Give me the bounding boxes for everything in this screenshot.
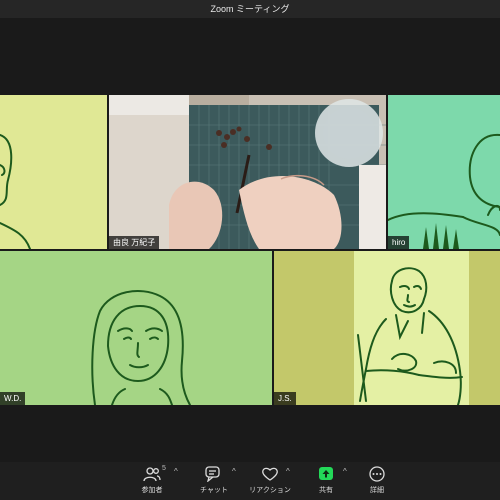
person-illustration bbox=[357, 267, 463, 405]
more-label: 詳細 bbox=[370, 487, 384, 494]
more-button[interactable]: 詳細 bbox=[349, 464, 405, 495]
more-icon bbox=[369, 466, 385, 482]
person-illustration bbox=[0, 134, 31, 249]
heart-icon bbox=[262, 467, 278, 481]
participant-tile-2[interactable]: 由良 万紀子 bbox=[109, 95, 386, 249]
participant-tile-4[interactable]: W.D. bbox=[0, 251, 272, 405]
reaction-label: リアクション bbox=[249, 487, 291, 494]
participant-tile-1[interactable] bbox=[0, 95, 107, 249]
person-illustration bbox=[388, 133, 500, 249]
reaction-caret[interactable]: ^ bbox=[286, 467, 290, 476]
person-illustration bbox=[91, 290, 191, 405]
participants-caret[interactable]: ^ bbox=[174, 467, 178, 476]
window-title: Zoom ミーティング bbox=[0, 0, 500, 18]
participants-icon bbox=[143, 467, 161, 482]
share-screen-icon bbox=[319, 467, 333, 480]
participant-tile-5[interactable]: J.S. bbox=[274, 251, 500, 405]
participant-name-2: 由良 万紀子 bbox=[109, 236, 160, 249]
share-caret[interactable]: ^ bbox=[343, 467, 347, 476]
video-grid: 由良 万紀子 hiro W.D. J.S. bbox=[0, 95, 500, 405]
participant-tile-3[interactable]: hiro bbox=[388, 95, 500, 249]
participant-name-4: W.D. bbox=[0, 392, 26, 405]
chat-label: チャット bbox=[200, 487, 228, 494]
share-label: 共有 bbox=[319, 487, 333, 494]
chat-icon bbox=[205, 466, 220, 482]
participants-label: 参加者 bbox=[141, 487, 163, 494]
participant-count: 5 bbox=[162, 465, 166, 472]
participants-button[interactable]: 参加者 bbox=[124, 464, 180, 495]
video-feed bbox=[109, 95, 386, 249]
meeting-toolbar: 参加者 5 ^ チャット ^ リアクション ^ 共有 ^ 詳細 bbox=[0, 462, 500, 500]
participant-name-5: J.S. bbox=[274, 392, 296, 405]
chat-caret[interactable]: ^ bbox=[232, 467, 236, 476]
participant-name-3: hiro bbox=[388, 236, 410, 249]
